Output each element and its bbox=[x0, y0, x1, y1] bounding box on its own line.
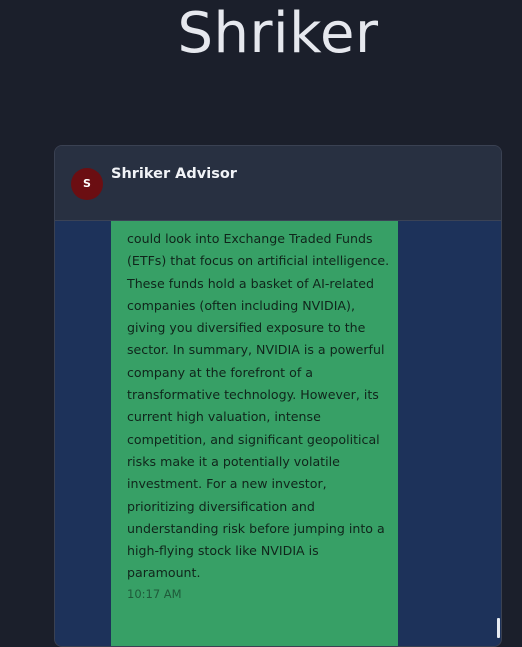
message-timestamp: 10:17 AM bbox=[127, 587, 182, 601]
messages-area[interactable]: could look into Exchange Traded Funds (E… bbox=[55, 221, 501, 646]
advisor-name: Shriker Advisor bbox=[111, 166, 237, 182]
chat-header: S Shriker Advisor bbox=[55, 146, 501, 221]
app-title: Shriker bbox=[177, 1, 379, 66]
message-text: could look into Exchange Traded Funds (E… bbox=[127, 231, 390, 581]
messages-scrollbar-thumb[interactable] bbox=[497, 618, 500, 638]
advisor-message-bubble: could look into Exchange Traded Funds (E… bbox=[111, 221, 398, 646]
chat-panel: S Shriker Advisor could look into Exchan… bbox=[54, 145, 502, 647]
advisor-avatar: S bbox=[71, 168, 103, 200]
